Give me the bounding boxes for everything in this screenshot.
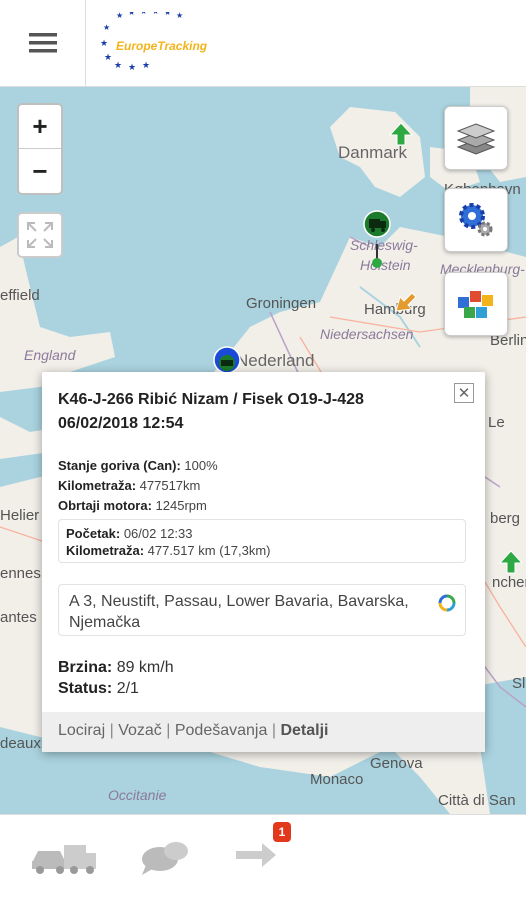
mileage-value: 477517km	[139, 478, 201, 493]
messages-tab[interactable]	[140, 835, 190, 884]
settings-link[interactable]: Podešavanja	[175, 722, 268, 739]
address-card: A 3, Neustift, Passau, Lower Bavaria, Ba…	[58, 584, 466, 636]
trip-start-row: Početak: 06/02 12:33	[66, 525, 458, 542]
vehicle-marker-arrow-north[interactable]	[388, 121, 414, 152]
fullscreen-button[interactable]	[17, 212, 63, 258]
svg-text:★: ★	[128, 62, 136, 72]
svg-text:★: ★	[140, 12, 147, 16]
trip-mileage-label: Kilometraža:	[66, 543, 145, 558]
label-monaco: Monaco	[310, 771, 364, 788]
svg-text:★: ★	[104, 52, 112, 62]
vehicles-icon	[32, 845, 96, 874]
mileage-label: Kilometraža:	[58, 478, 137, 493]
vehicle-marker-arrow-orange[interactable]	[394, 289, 418, 318]
status-label: Status:	[58, 680, 113, 697]
label-citta: Città di San	[438, 792, 516, 809]
vehicle-info-popup: ✕ K46-J-266 Ribić Nizam / Fisek O19-J-42…	[42, 372, 485, 752]
separator: |	[166, 722, 171, 739]
speed-label: Brzina:	[58, 659, 113, 676]
svg-text:★: ★	[152, 12, 159, 16]
svg-text:★: ★	[142, 60, 150, 70]
expand-icon	[27, 222, 53, 248]
logo-text: EuropeTracking	[116, 39, 208, 53]
label-occitanie: Occitanie	[108, 787, 167, 803]
bottom-nav	[0, 814, 526, 900]
transfers-tab[interactable]	[232, 835, 278, 884]
label-lei: Le	[488, 414, 505, 431]
close-popup-button[interactable]: ✕	[454, 383, 474, 403]
driver-link[interactable]: Vozač	[118, 722, 162, 739]
label-genova: Genova	[370, 755, 423, 772]
trip-mileage-value: 477.517 km (17,3km)	[147, 543, 271, 558]
trip-start-value: 06/02 12:33	[123, 526, 193, 541]
menu-button[interactable]	[0, 0, 86, 86]
zoom-out-button[interactable]: −	[19, 149, 61, 193]
gear-icon	[459, 203, 493, 237]
details-link[interactable]: Detalji	[280, 722, 328, 739]
trip-card: Početak: 06/02 12:33 Kilometraža: 477.51…	[58, 519, 466, 563]
label-ennes: ennes	[0, 565, 41, 582]
label-helier: Helier	[0, 507, 40, 524]
fuel-value: 100%	[184, 458, 218, 473]
svg-text:★: ★	[100, 38, 108, 48]
label-sl: Sl	[512, 675, 526, 692]
blocks-icon	[458, 291, 493, 318]
mileage-row: Kilometraža: 477517km	[58, 478, 200, 493]
locate-link[interactable]: Lociraj	[58, 722, 105, 739]
refresh-icon	[438, 594, 456, 612]
separator: |	[271, 722, 276, 739]
zoom-control: + −	[17, 103, 63, 195]
layers-button[interactable]	[444, 106, 508, 170]
fuel-row: Stanje goriva (Can): 100%	[58, 458, 218, 473]
vehicle-marker-arrow-green[interactable]	[498, 549, 524, 580]
swap-arrows-icon	[236, 843, 276, 867]
rpm-row: Obrtaji motora: 1245rpm	[58, 498, 207, 513]
chat-icon	[142, 842, 188, 875]
popup-actions: Lociraj | Vozač | Podešavanja | Detalji	[42, 712, 485, 752]
vehicles-tab[interactable]	[30, 835, 98, 884]
svg-text:★: ★	[176, 12, 183, 20]
fuel-label: Stanje goriva (Can):	[58, 458, 181, 473]
rpm-value: 1245rpm	[155, 498, 207, 513]
svg-text:★: ★	[114, 60, 122, 70]
zoom-in-button[interactable]: +	[19, 105, 61, 149]
status-value: 2/1	[116, 680, 139, 697]
svg-text:★: ★	[128, 12, 135, 17]
label-nederland: Nederland	[236, 351, 315, 370]
speed-value: 89 km/h	[116, 659, 174, 676]
refresh-address-button[interactable]	[437, 593, 457, 619]
speed-row: Brzina: 89 km/h	[58, 657, 174, 678]
svg-text:★: ★	[116, 12, 123, 20]
status-row: Status: 2/1	[58, 678, 174, 699]
label-england: England	[24, 347, 76, 363]
address-text: A 3, Neustift, Passau, Lower Bavaria, Ba…	[69, 593, 409, 631]
settings-button[interactable]	[444, 188, 508, 252]
layers-icon	[456, 123, 496, 155]
label-niedersachsen: Niedersachsen	[320, 326, 414, 342]
app-window: ★ ★ ★ ★ ★ ★ ★ ★ ★ ★ ★ ★ EuropeTracking	[0, 0, 526, 900]
vehicle-marker-truck[interactable]	[362, 209, 392, 268]
svg-text:★: ★	[164, 12, 171, 17]
hamburger-menu-icon	[28, 33, 57, 53]
notification-badge: 1	[273, 822, 291, 842]
label-groningen: Groningen	[246, 295, 317, 312]
close-icon: ✕	[457, 385, 471, 402]
separator: |	[109, 722, 114, 739]
svg-text:★: ★	[103, 23, 110, 32]
trip-start-label: Početak:	[66, 526, 121, 541]
label-deaux: deaux	[0, 735, 41, 752]
speed-status-block: Brzina: 89 km/h Status: 2/1	[58, 657, 174, 699]
label-berg: berg	[490, 510, 521, 527]
rpm-label: Obrtaji motora:	[58, 498, 152, 513]
trip-mileage-row: Kilometraža: 477.517 km (17,3km)	[66, 542, 458, 559]
popup-title: K46-J-266 Ribić Nizam / Fisek O19-J-428 …	[58, 391, 364, 432]
widgets-button[interactable]	[444, 272, 508, 336]
label-sheffield: effield	[0, 287, 40, 304]
europe-tracking-logo: ★ ★ ★ ★ ★ ★ ★ ★ ★ ★ ★ ★ EuropeTracking	[98, 7, 218, 74]
app-header: ★ ★ ★ ★ ★ ★ ★ ★ ★ ★ ★ ★ EuropeTracking	[0, 0, 526, 87]
label-antes: antes	[0, 609, 37, 626]
